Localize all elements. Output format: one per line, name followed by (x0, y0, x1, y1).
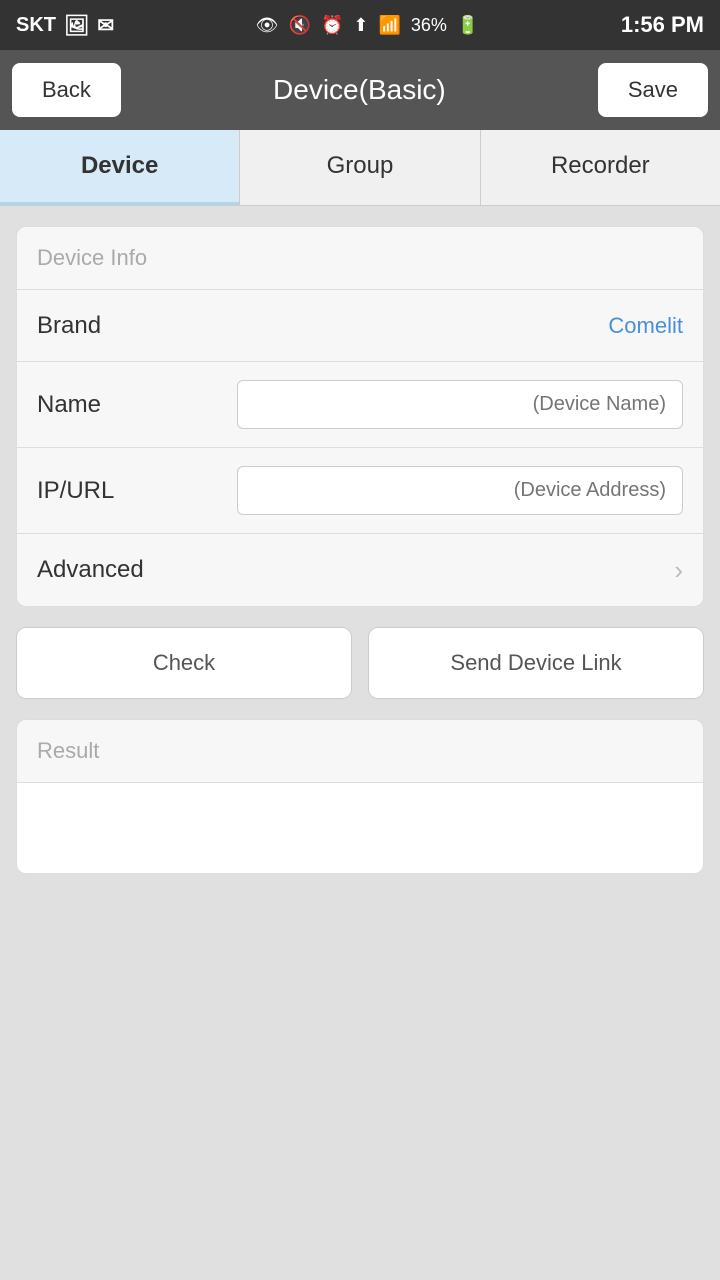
check-button[interactable]: Check (16, 627, 352, 699)
action-buttons: Check Send Device Link (16, 627, 704, 699)
status-center: 👁 🔇 ⏰ ⬆ 📶 36% 🔋 (256, 15, 480, 36)
tab-group[interactable]: Group (240, 130, 480, 205)
back-button[interactable]: Back (12, 63, 121, 117)
battery-icon: 🔋 (457, 15, 479, 36)
advanced-label: Advanced (37, 556, 217, 584)
ipurl-input[interactable] (237, 466, 683, 515)
ipurl-row: IP/URL (17, 448, 703, 534)
tab-bar: Device Group Recorder (0, 130, 720, 206)
ipurl-label: IP/URL (37, 477, 217, 505)
mute-icon: 🔇 (289, 15, 311, 36)
battery-text: 36% (411, 15, 447, 36)
tab-recorder[interactable]: Recorder (481, 130, 720, 205)
save-button[interactable]: Save (598, 63, 708, 117)
result-header: Result (17, 720, 703, 783)
device-info-header: Device Info (17, 227, 703, 290)
status-bar: SKT 🖼 ✉ 👁 🔇 ⏰ ⬆ 📶 36% 🔋 1:56 PM (0, 0, 720, 50)
tab-device[interactable]: Device (0, 130, 240, 205)
sync-icon: ⬆ (353, 15, 368, 36)
alarm-icon: ⏰ (321, 15, 343, 36)
result-card: Result (16, 719, 704, 874)
carrier-text: SKT (16, 14, 56, 37)
status-left: SKT 🖼 ✉ (16, 13, 114, 38)
name-row: Name (17, 362, 703, 448)
brand-value: Comelit (608, 313, 683, 339)
main-content: Device Info Brand Comelit Name IP/URL Ad… (0, 206, 720, 914)
chevron-right-icon: › (674, 555, 683, 586)
eye-icon: 👁 (256, 15, 279, 36)
result-content-area (17, 783, 703, 873)
time-display: 1:56 PM (621, 12, 704, 38)
photo-icon: 🖼 (64, 13, 89, 38)
page-title: Device(Basic) (273, 74, 446, 106)
brand-label: Brand (37, 312, 217, 340)
brand-row: Brand Comelit (17, 290, 703, 362)
advanced-row[interactable]: Advanced › (17, 534, 703, 606)
message-icon: ✉ (97, 13, 114, 38)
nav-bar: Back Device(Basic) Save (0, 50, 720, 130)
send-device-link-button[interactable]: Send Device Link (368, 627, 704, 699)
signal-icon: 📶 (378, 15, 400, 36)
name-input[interactable] (237, 380, 683, 429)
name-label: Name (37, 391, 217, 419)
device-info-card: Device Info Brand Comelit Name IP/URL Ad… (16, 226, 704, 607)
